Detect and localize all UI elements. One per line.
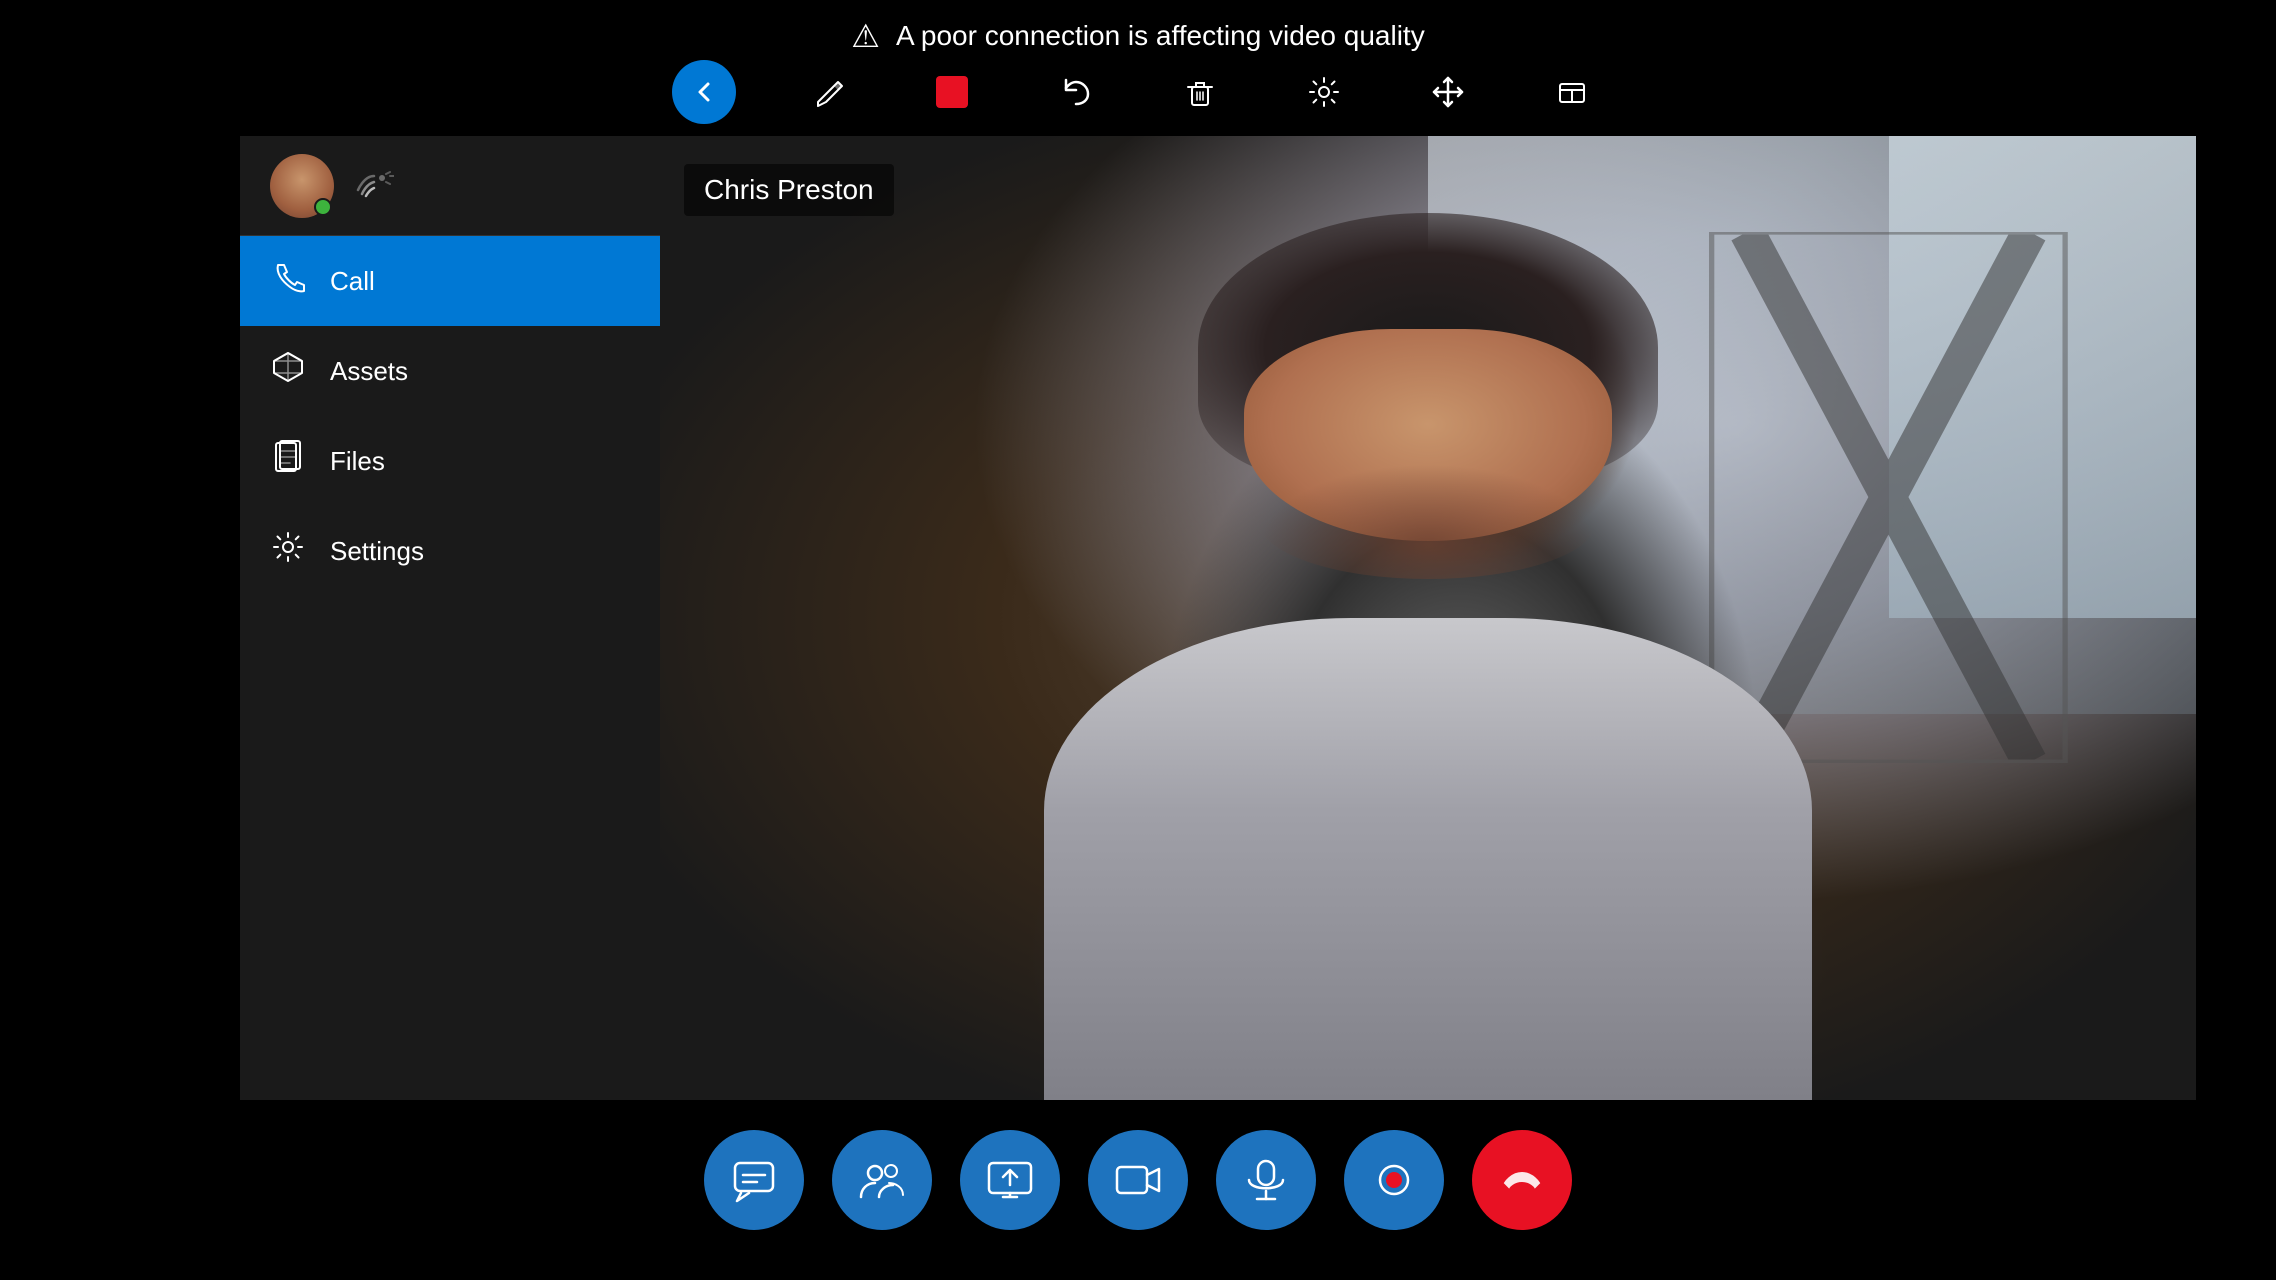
assets-icon xyxy=(270,349,306,393)
delete-button[interactable] xyxy=(1168,60,1232,124)
main-layout: Call Assets Files xyxy=(240,136,2196,1100)
settings-icon xyxy=(270,529,306,573)
nav-settings-label: Settings xyxy=(330,536,424,567)
online-badge xyxy=(314,198,332,216)
warning-icon: ⚠ xyxy=(851,17,880,55)
nav-item-assets[interactable]: Assets xyxy=(240,326,660,416)
sidebar: Call Assets Files xyxy=(240,136,660,1100)
signal-icon xyxy=(354,166,394,205)
nav-call-label: Call xyxy=(330,266,375,297)
back-button[interactable] xyxy=(672,60,736,124)
bottom-controls xyxy=(0,1120,2276,1240)
fit-button[interactable] xyxy=(1540,60,1604,124)
nav-item-files[interactable]: Files xyxy=(240,416,660,506)
video-background xyxy=(660,136,2196,1100)
call-icon xyxy=(270,259,306,303)
mic-button[interactable] xyxy=(1216,1130,1316,1230)
video-area: Chris Preston xyxy=(660,136,2196,1100)
end-call-button[interactable] xyxy=(1472,1130,1572,1230)
annotate-button[interactable] xyxy=(796,60,860,124)
move-button[interactable] xyxy=(1416,60,1480,124)
undo-button[interactable] xyxy=(1044,60,1108,124)
nav-files-label: Files xyxy=(330,446,385,477)
sidebar-header xyxy=(240,136,660,236)
screen-share-button[interactable] xyxy=(960,1130,1060,1230)
files-icon xyxy=(270,439,306,483)
record-indicator-button[interactable] xyxy=(920,60,984,124)
camera-button[interactable] xyxy=(1088,1130,1188,1230)
record-button[interactable] xyxy=(1344,1130,1444,1230)
nav-assets-label: Assets xyxy=(330,356,408,387)
nav-item-call[interactable]: Call xyxy=(240,236,660,326)
nav-item-settings[interactable]: Settings xyxy=(240,506,660,596)
toolbar xyxy=(0,52,2276,132)
warning-text: A poor connection is affecting video qua… xyxy=(896,20,1425,52)
caller-name-label: Chris Preston xyxy=(684,164,894,216)
avatar xyxy=(270,154,334,218)
toolbar-gear-button[interactable] xyxy=(1292,60,1356,124)
participants-button[interactable] xyxy=(832,1130,932,1230)
chat-button[interactable] xyxy=(704,1130,804,1230)
